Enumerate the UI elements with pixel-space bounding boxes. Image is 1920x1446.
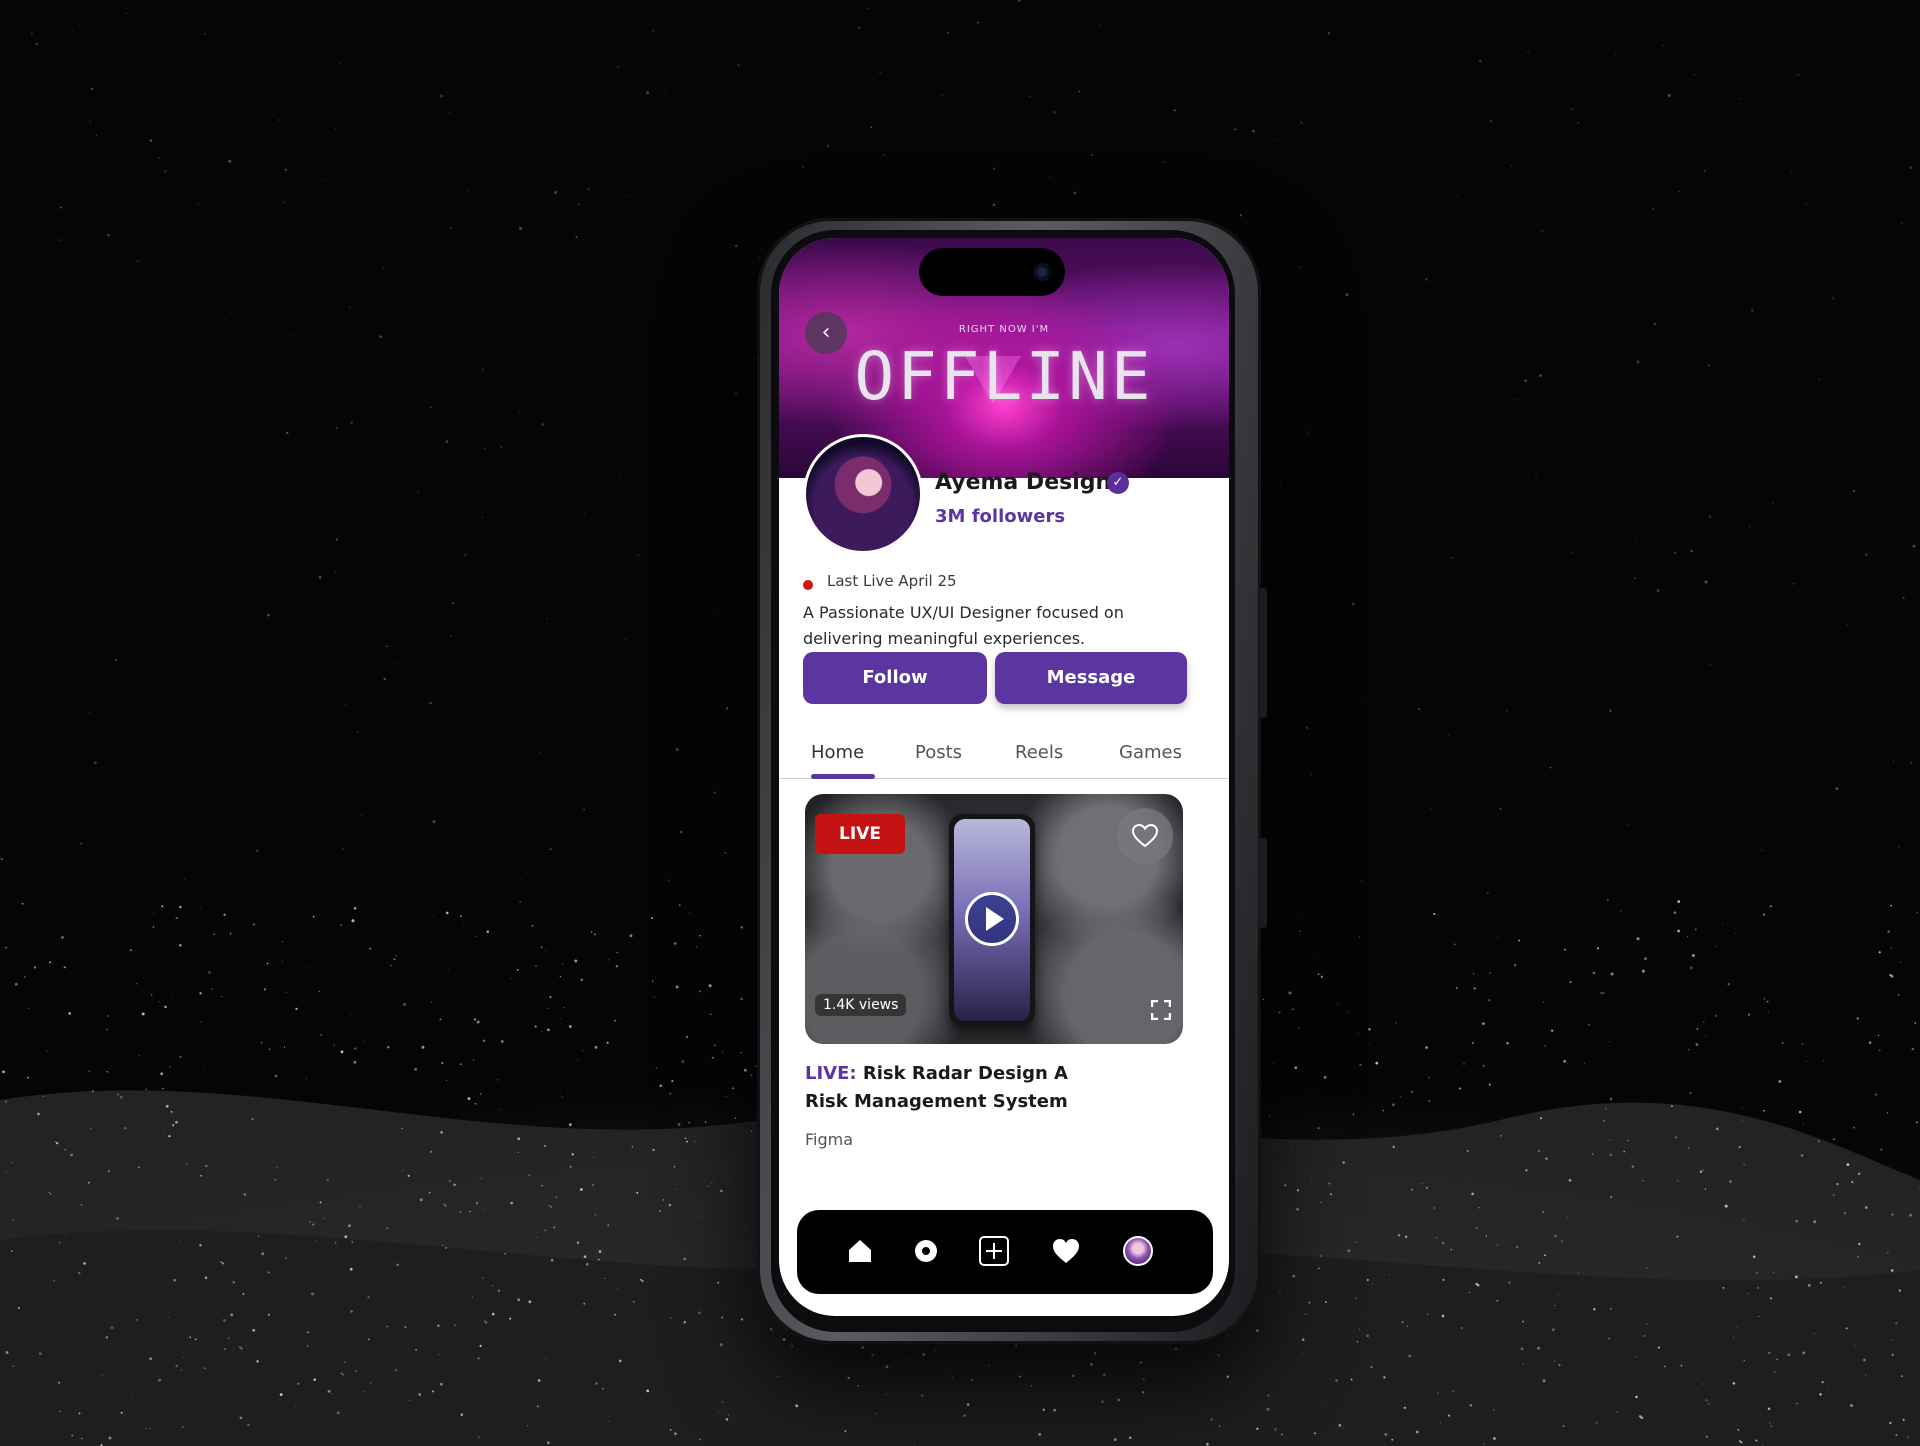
front-camera (1033, 263, 1051, 281)
video-title-live-prefix: LIVE: (805, 1063, 857, 1084)
app-screen: RIGHT NOW I'M OFFLINE ‹ Ayema Designs ✓ … (779, 238, 1229, 1316)
tab-reels[interactable]: Reels (1015, 742, 1063, 763)
profile-bio: A Passionate UX/UI Designer focused on d… (803, 603, 1124, 648)
view-count: 1.4K views (815, 994, 907, 1016)
tab-posts[interactable]: Posts (915, 742, 962, 763)
follow-button[interactable]: Follow (803, 652, 987, 704)
live-status-dot-icon (803, 580, 813, 590)
back-button[interactable]: ‹ (805, 312, 847, 354)
last-live-text: Last Live April 25 (827, 572, 957, 590)
play-icon[interactable] (965, 892, 1019, 946)
tab-home[interactable]: Home (811, 742, 864, 763)
video-card[interactable]: LIVE 1.4K views (805, 794, 1183, 1044)
banner-status-text: OFFLINE (854, 338, 1154, 415)
video-category[interactable]: Figma (805, 1130, 853, 1149)
verified-icon: ✓ (1107, 472, 1129, 494)
profile-name: Ayema Designs (935, 470, 1125, 495)
add-icon (979, 1236, 1009, 1266)
nav-favorites[interactable] (1049, 1234, 1083, 1268)
phone-mockup: RIGHT NOW I'M OFFLINE ‹ Ayema Designs ✓ … (757, 218, 1267, 1344)
phone-side-button (1259, 838, 1267, 928)
message-button[interactable]: Message (995, 652, 1187, 704)
nav-explore[interactable] (909, 1234, 943, 1268)
explore-icon (915, 1240, 937, 1262)
followers-count[interactable]: 3M followers (935, 506, 1065, 527)
heart-outline-icon (1132, 824, 1158, 848)
bottom-nav (797, 1210, 1213, 1294)
nav-profile-avatar[interactable] (1123, 1236, 1153, 1266)
profile-tabs: Home Posts Reels Games (779, 738, 1229, 779)
profile-avatar[interactable] (803, 434, 923, 554)
nav-home[interactable] (843, 1234, 877, 1268)
fullscreen-icon[interactable] (1151, 1000, 1171, 1020)
active-tab-indicator (811, 774, 875, 779)
phone-side-button (1259, 588, 1267, 718)
favorite-button[interactable] (1117, 808, 1173, 864)
dynamic-island (919, 248, 1065, 296)
heart-icon (1053, 1239, 1079, 1263)
chevron-left-icon: ‹ (821, 320, 831, 345)
home-icon (849, 1240, 871, 1262)
nav-add[interactable] (977, 1234, 1011, 1268)
tab-games[interactable]: Games (1119, 742, 1182, 763)
video-title[interactable]: LIVE: Risk Radar Design A Risk Managemen… (805, 1060, 1105, 1116)
live-badge: LIVE (815, 814, 905, 854)
